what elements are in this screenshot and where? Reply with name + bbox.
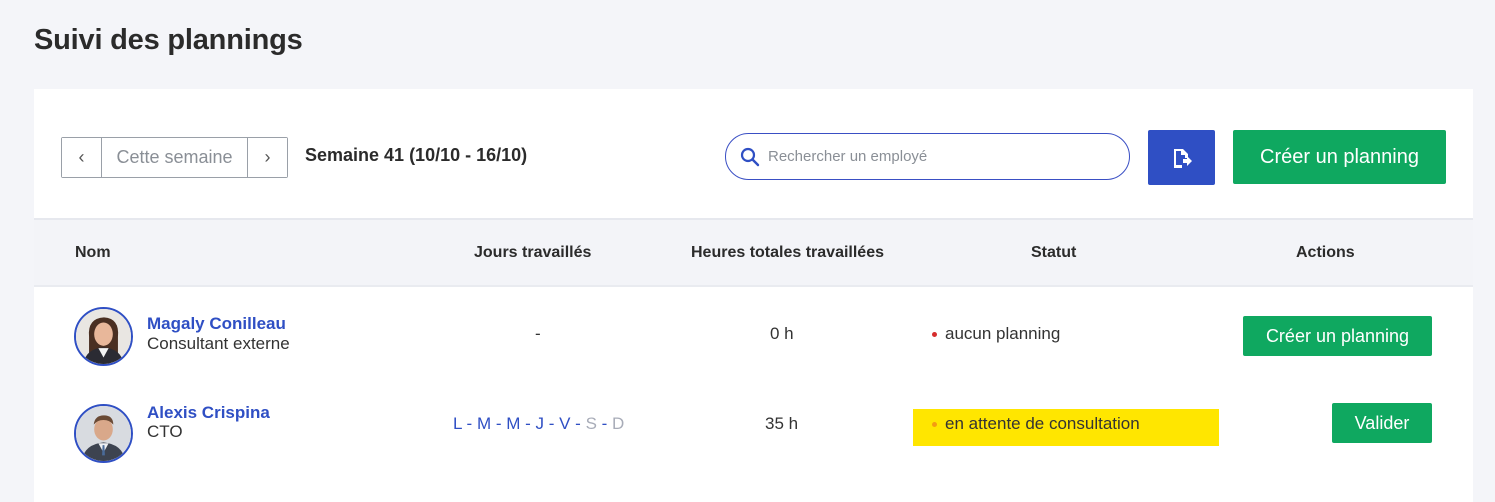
avatar: [74, 404, 133, 463]
table-row: Alexis Crispina CTO L - M - M - J - V - …: [34, 385, 1473, 482]
day-separator: -: [461, 414, 477, 433]
current-week-button[interactable]: Cette semaine: [101, 138, 248, 177]
day-letter: V: [559, 414, 571, 433]
create-planning-button[interactable]: Créer un planning: [1233, 130, 1446, 184]
column-header-status: Statut: [1031, 244, 1077, 261]
day-separator: -: [570, 414, 586, 433]
table-header: Nom Jours travaillés Heures totales trav…: [34, 218, 1473, 287]
week-label: Semaine 41 (10/10 - 16/10): [305, 145, 528, 165]
day-separator: -: [520, 414, 536, 433]
status-badge: aucun planning: [932, 324, 1060, 344]
status-text: aucun planning: [945, 324, 1061, 343]
validate-button[interactable]: Valider: [1332, 403, 1432, 443]
days-worked: L - M - M - J - V - S - D: [453, 414, 624, 434]
day-separator: -: [491, 414, 507, 433]
page-title: Suivi des plannings: [34, 24, 303, 56]
day-letter: M: [506, 414, 521, 433]
employee-search[interactable]: [725, 133, 1130, 180]
total-hours: 35 h: [765, 414, 799, 433]
search-input[interactable]: [768, 148, 1088, 165]
next-week-button[interactable]: ›: [248, 138, 287, 177]
day-letter: D: [612, 414, 625, 433]
status-dot-icon: [932, 421, 937, 427]
day-letter: S: [585, 414, 597, 433]
days-worked: -: [535, 324, 541, 343]
day-letter: J: [535, 414, 545, 433]
toolbar: ‹ Cette semaine › Semaine 41 (10/10 - 16…: [34, 89, 1473, 218]
status-badge: en attente de consultation: [932, 414, 1140, 434]
day-separator: -: [544, 414, 560, 433]
day-separator: -: [596, 414, 613, 433]
document-export-icon: [1173, 148, 1192, 168]
search-icon: [740, 147, 760, 166]
avatar: [74, 307, 133, 366]
day-letter: M: [476, 414, 492, 433]
column-header-days: Jours travaillés: [474, 244, 592, 261]
previous-week-button[interactable]: ‹: [62, 138, 101, 177]
employee-role: CTO: [147, 422, 183, 441]
day-letter: L: [453, 414, 462, 433]
export-button[interactable]: [1148, 130, 1215, 185]
employee-role: Consultant externe: [147, 334, 290, 353]
chevron-left-icon: ‹: [78, 147, 85, 167]
week-navigator: ‹ Cette semaine ›: [61, 137, 288, 178]
total-hours: 0 h: [770, 324, 794, 343]
column-header-actions: Actions: [1296, 244, 1355, 261]
plannings-card: ‹ Cette semaine › Semaine 41 (10/10 - 16…: [34, 89, 1473, 502]
status-dot-icon: [932, 331, 937, 337]
table-row: Magaly Conilleau Consultant externe - 0 …: [34, 288, 1473, 385]
employee-name[interactable]: Magaly Conilleau: [147, 314, 286, 334]
column-header-name: Nom: [75, 244, 111, 261]
status-text: en attente de consultation: [945, 414, 1140, 433]
create-planning-row-button[interactable]: Créer un planning: [1243, 316, 1432, 356]
chevron-right-icon: ›: [264, 147, 271, 167]
employee-name[interactable]: Alexis Crispina: [147, 403, 270, 423]
column-header-hours: Heures totales travaillées: [691, 244, 884, 261]
